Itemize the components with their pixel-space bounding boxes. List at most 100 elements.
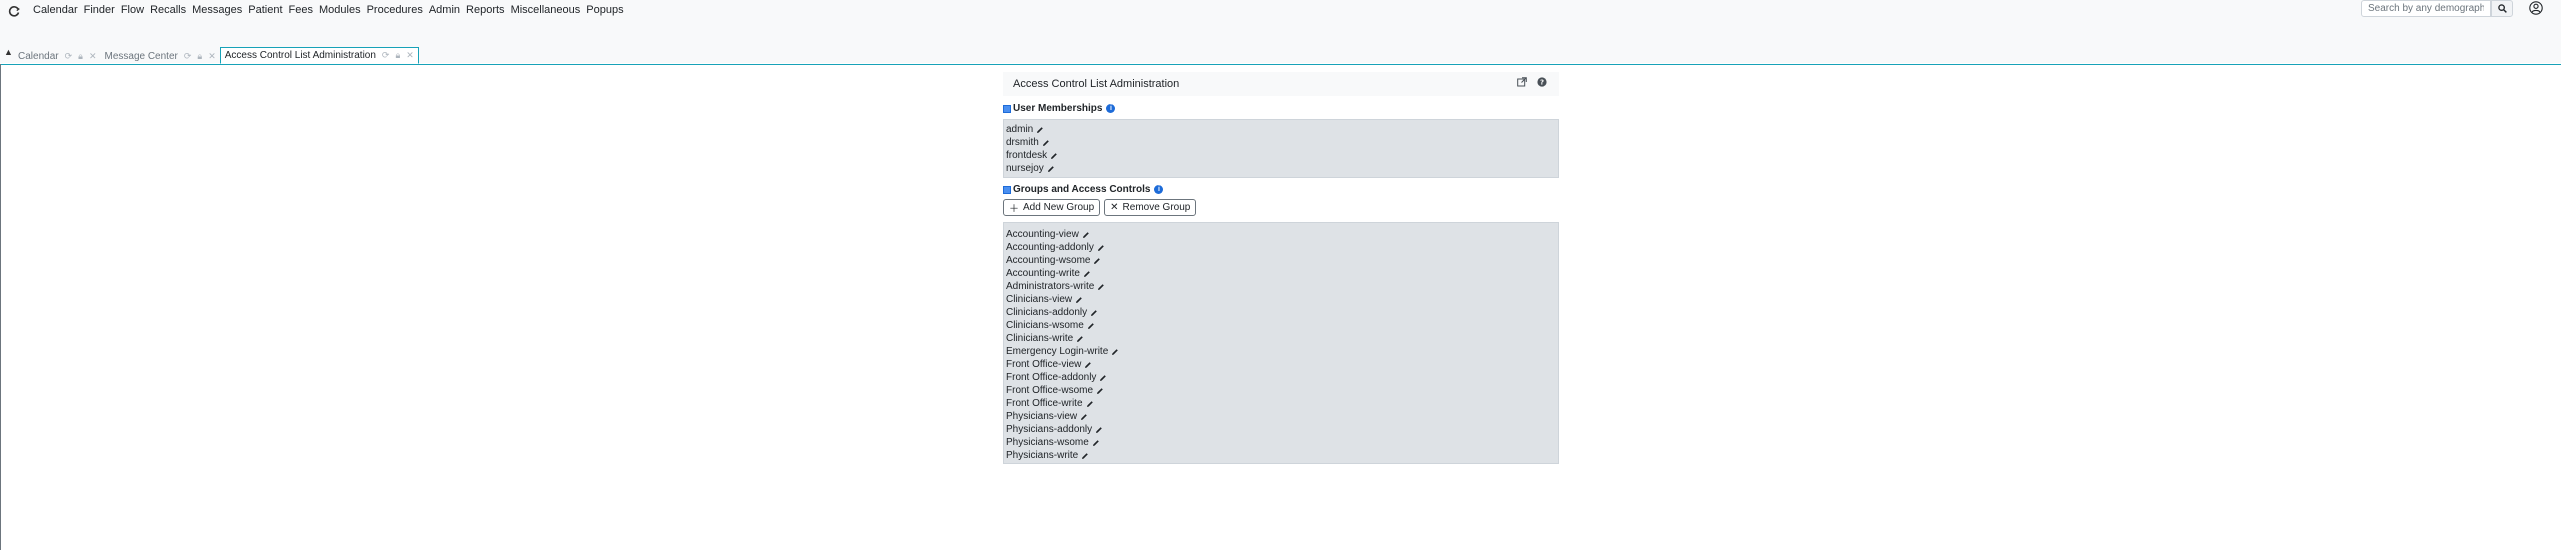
list-item: nursejoy: [1006, 162, 1556, 175]
edit-icon[interactable]: [1083, 270, 1091, 278]
groups-list: Accounting-view Accounting-addonly Account…: [1003, 222, 1559, 464]
menu-finder[interactable]: Finder: [81, 4, 118, 16]
group-name[interactable]: Physicians-view: [1006, 410, 1077, 423]
menu-messages[interactable]: Messages: [189, 4, 245, 16]
search-icon: [2497, 4, 2507, 13]
user-name[interactable]: nursejoy: [1006, 162, 1044, 175]
group-name[interactable]: Clinicians-wsome: [1006, 319, 1084, 332]
tab-label: Access Control List Administration: [224, 50, 376, 61]
edit-icon[interactable]: [1084, 361, 1092, 369]
group-name[interactable]: Accounting-write: [1006, 267, 1080, 280]
refresh-icon[interactable]: ⟳: [184, 51, 192, 62]
menu-reports[interactable]: Reports: [463, 4, 508, 16]
group-name[interactable]: Emergency Login-write: [1006, 345, 1108, 358]
edit-icon[interactable]: [1096, 387, 1104, 395]
user-name[interactable]: frontdesk: [1006, 149, 1047, 162]
tab-acl-administration[interactable]: Access Control List Administration ⟳ 🔒︎ …: [219, 47, 419, 64]
group-name[interactable]: Physicians-wsome: [1006, 436, 1089, 449]
close-icon[interactable]: ✕: [89, 51, 97, 62]
header-actions: ?: [1517, 77, 1547, 87]
tab-message-center[interactable]: Message Center ⟳ 🔒︎ ✕: [100, 49, 219, 64]
menu-calendar[interactable]: Calendar: [30, 4, 81, 16]
frame-edge: [0, 64, 1, 550]
group-name[interactable]: Physicians-write: [1006, 449, 1078, 462]
group-name[interactable]: Clinicians-write: [1006, 332, 1073, 345]
group-name[interactable]: Front Office-write: [1006, 397, 1083, 410]
expand-toggle[interactable]: [1003, 185, 1011, 194]
edit-icon[interactable]: [1036, 126, 1044, 134]
user-name[interactable]: admin: [1006, 123, 1033, 136]
edit-icon[interactable]: [1111, 348, 1119, 356]
edit-icon[interactable]: [1090, 309, 1098, 317]
edit-icon[interactable]: [1097, 283, 1105, 291]
menu-miscellaneous[interactable]: Miscellaneous: [508, 4, 584, 16]
edit-icon[interactable]: [1097, 244, 1105, 252]
info-icon[interactable]: i: [1106, 104, 1116, 113]
info-icon[interactable]: i: [1154, 185, 1164, 194]
list-item: Physicians-write: [1006, 449, 1556, 462]
menu-modules[interactable]: Modules: [316, 4, 364, 16]
section-title: User Memberships: [1013, 103, 1103, 114]
group-name[interactable]: Accounting-wsome: [1006, 254, 1090, 267]
close-icon[interactable]: ✕: [406, 50, 414, 61]
lock-icon[interactable]: 🔒︎: [78, 51, 83, 62]
edit-icon[interactable]: [1086, 400, 1094, 408]
edit-icon[interactable]: [1042, 139, 1050, 147]
edit-icon[interactable]: [1099, 374, 1107, 382]
section-title: Groups and Access Controls: [1013, 184, 1151, 195]
group-name[interactable]: Physicians-addonly: [1006, 423, 1092, 436]
list-item: Clinicians-wsome: [1006, 319, 1556, 332]
user-name[interactable]: drsmith: [1006, 136, 1039, 149]
help-icon[interactable]: ?: [1537, 77, 1547, 87]
menu-flow[interactable]: Flow: [118, 4, 147, 16]
expand-toggle[interactable]: [1003, 104, 1011, 113]
user-memberships-list: admin drsmith frontdesk nursejoy: [1003, 119, 1559, 178]
remove-group-button[interactable]: ✕ Remove Group: [1104, 199, 1197, 216]
lock-icon[interactable]: 🔒︎: [197, 51, 202, 62]
add-group-button[interactable]: ＋ Add New Group: [1003, 199, 1101, 216]
group-name[interactable]: Clinicians-view: [1006, 293, 1072, 306]
group-name[interactable]: Front Office-wsome: [1006, 384, 1093, 397]
edit-icon[interactable]: [1075, 296, 1083, 304]
edit-icon[interactable]: [1082, 231, 1090, 239]
group-name[interactable]: Front Office-view: [1006, 358, 1081, 371]
edit-icon[interactable]: [1093, 257, 1101, 265]
group-name[interactable]: Front Office-addonly: [1006, 371, 1096, 384]
search-button[interactable]: [2491, 0, 2513, 17]
collapse-tabs-icon[interactable]: ▲: [4, 47, 13, 57]
edit-icon[interactable]: [1076, 335, 1084, 343]
edit-icon[interactable]: [1081, 452, 1089, 460]
patient-search-input[interactable]: [2361, 0, 2491, 17]
close-icon[interactable]: ✕: [208, 51, 216, 62]
edit-icon[interactable]: [1050, 152, 1058, 160]
close-icon: ✕: [1110, 202, 1119, 213]
list-item: Front Office-addonly: [1006, 371, 1556, 384]
edit-icon[interactable]: [1080, 413, 1088, 421]
edit-icon[interactable]: [1095, 426, 1103, 434]
menu-fees[interactable]: Fees: [286, 4, 316, 16]
svg-text:?: ?: [1540, 79, 1544, 87]
menu-procedures[interactable]: Procedures: [364, 4, 426, 16]
menu-admin[interactable]: Admin: [426, 4, 463, 16]
edit-icon[interactable]: [1047, 165, 1055, 173]
menu-popups[interactable]: Popups: [583, 4, 626, 16]
group-name[interactable]: Accounting-addonly: [1006, 241, 1094, 254]
menu-recalls[interactable]: Recalls: [147, 4, 189, 16]
group-name[interactable]: Clinicians-addonly: [1006, 306, 1087, 319]
tab-bar: Calendar ⟳ 🔒︎ ✕ Message Center ⟳ 🔒︎ ✕ Ac…: [14, 47, 419, 64]
group-name[interactable]: Accounting-view: [1006, 228, 1079, 241]
group-name[interactable]: Administrators-write: [1006, 280, 1094, 293]
tab-calendar[interactable]: Calendar ⟳ 🔒︎ ✕: [14, 49, 100, 64]
user-account-icon[interactable]: [2529, 1, 2543, 15]
edit-icon[interactable]: [1087, 322, 1095, 330]
list-item: frontdesk: [1006, 149, 1556, 162]
menu-patient[interactable]: Patient: [245, 4, 285, 16]
edit-icon[interactable]: [1092, 439, 1100, 447]
app-logo-icon[interactable]: [8, 5, 20, 17]
list-item: Accounting-view: [1006, 228, 1556, 241]
refresh-icon[interactable]: ⟳: [65, 51, 73, 62]
lock-icon[interactable]: 🔒︎: [395, 50, 400, 61]
external-link-icon[interactable]: [1517, 77, 1527, 87]
list-item: Clinicians-view: [1006, 293, 1556, 306]
refresh-icon[interactable]: ⟳: [382, 50, 390, 61]
